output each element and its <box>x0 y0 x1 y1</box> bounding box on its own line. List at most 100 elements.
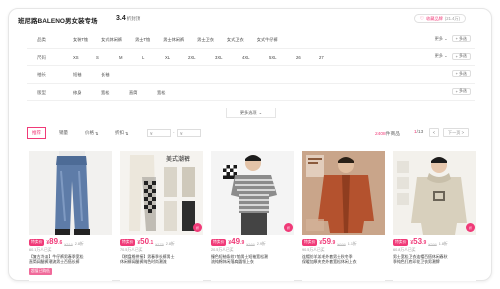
filter-label: 版型 <box>37 89 46 95</box>
sale-tag: 特卖价 <box>393 239 409 246</box>
original-price: ¥299 <box>428 243 437 247</box>
shop-rating: 3.4折封顶 <box>116 15 140 22</box>
filter-option[interactable]: M <box>119 55 142 60</box>
multi-select-button[interactable]: + 多选 <box>451 52 471 60</box>
filter-option[interactable]: 修身 <box>73 90 101 96</box>
product-image-striped-tee[interactable]: 折 <box>211 151 294 235</box>
sale-tag: 特卖价 <box>302 239 318 246</box>
discount-icon: 折 <box>466 223 475 232</box>
product-image-pants[interactable]: 美式潮裤 折 <box>120 151 203 235</box>
filter-option[interactable]: S <box>96 55 119 60</box>
sale-tag: 特卖价 <box>211 239 227 246</box>
product-image-jacket[interactable] <box>302 151 385 235</box>
filter-option[interactable]: 长袖 <box>101 72 109 78</box>
product-price: ¥49.9 <box>228 237 245 247</box>
original-price: ¥319 <box>64 243 73 247</box>
filter-panel: 品类 女装T恤 女式休闲裤 男士T恤 男士休闲裤 男士卫衣 女式卫衣 女式牛仔裤… <box>27 31 475 101</box>
filter-row-size: 尺码 XS S M L XL 2XL 3XL 4XL 5XL 26 27 更多 … <box>27 49 475 66</box>
sort-bar: 推荐 销量 价格 ⇅ 折扣 ⇅ ¥ - ¥ 2408件商品 1/13 < 下一页 > <box>27 125 475 141</box>
favorite-label: 收藏品牌 <box>426 15 443 21</box>
favorite-count: (21.4万) <box>444 15 460 21</box>
filter-option[interactable]: 男士卫衣 <box>197 37 214 43</box>
filter-option[interactable]: 女式休闲裤 <box>101 37 122 43</box>
filter-option[interactable]: 男士休闲裤 <box>163 37 184 43</box>
filter-option[interactable]: 短袖 <box>73 72 101 78</box>
product-title[interactable]: 撞色短袖条纹T恤男士短袖宽松潮 流纯棉休闲落肩圆领上衣 <box>211 254 292 264</box>
original-price: ¥169 <box>246 243 255 247</box>
next-page-button[interactable]: 下一页 > <box>443 128 469 137</box>
filter-option[interactable]: 宽松 <box>101 90 129 96</box>
product-image-jeans[interactable] <box>29 151 112 235</box>
sort-price[interactable]: 价格 ⇅ <box>81 127 102 139</box>
filter-option[interactable]: 26 <box>296 55 319 60</box>
product-card[interactable]: 特卖价 ¥59.9 ¥699 1.1折 90.5万人已买 连帽仿羊羔毛外套男士秋… <box>302 151 385 281</box>
price-min-input[interactable]: ¥ <box>147 129 171 137</box>
discount: 1.8折 <box>438 242 448 246</box>
filter-option[interactable]: L <box>142 55 165 60</box>
filter-option[interactable]: 男士T恤 <box>135 37 150 43</box>
multi-select-button[interactable]: + 多选 <box>451 35 471 42</box>
sort-sales[interactable]: 销量 <box>55 127 72 139</box>
filter-option[interactable]: XL <box>165 55 188 60</box>
more-toggle[interactable]: 更多 ⌄ <box>435 53 448 59</box>
filter-option[interactable]: 直筒 <box>129 90 157 96</box>
shop-title: 班尼路BALENO男女装专场 <box>18 18 98 25</box>
filter-row-fit: 版型 修身 宽松 直筒 宽松 + 多选 <box>27 84 475 101</box>
filter-option[interactable]: 2XL <box>188 55 215 60</box>
filter-label: 品类 <box>37 37 46 42</box>
filter-row-category: 品类 女装T恤 女式休闲裤 男士T恤 男士休闲裤 男士卫衣 女式卫衣 女式牛仔裤… <box>27 31 475 49</box>
plus-icon: + <box>455 88 458 94</box>
discount: 2.8折 <box>165 242 175 246</box>
multi-select-button[interactable]: + 多选 <box>451 70 471 77</box>
svg-text:美式潮裤: 美式潮裤 <box>166 155 190 163</box>
rating-score: 3.4 <box>116 15 126 22</box>
filter-option[interactable]: 3XL <box>215 55 242 60</box>
discount-icon: 折 <box>284 223 293 232</box>
filter-option[interactable]: 宽松 <box>157 90 165 96</box>
product-grid: 特卖价 ¥89.6 ¥319 2.8折 60.1万人已买 【复古冷淡】牛仔裤男春… <box>29 151 479 281</box>
product-title[interactable]: 【棋盘格拼接】男春季长裤男士 休闲裤阔腿裤纯色时尚潮流 <box>120 254 201 264</box>
shop-header: 班尼路BALENO男女装专场 3.4折封顶 ♡ 收藏品牌 (21.4万) <box>18 13 474 27</box>
more-options-toggle[interactable]: 更多选项 ⌄ <box>226 108 276 118</box>
product-card[interactable]: 特卖价 ¥89.6 ¥319 2.8折 60.1万人已买 【复古冷淡】牛仔裤男春… <box>29 151 112 281</box>
heart-icon: ♡ <box>419 15 425 22</box>
sort-recommend[interactable]: 推荐 <box>27 127 46 139</box>
filter-option[interactable]: 4XL <box>242 55 269 60</box>
more-toggle[interactable]: 更多 ⌄ <box>435 36 448 42</box>
filter-option[interactable]: 女式牛仔裤 <box>257 37 278 43</box>
chevron-down-icon: ⌄ <box>258 110 263 115</box>
plus-icon: + <box>455 71 458 76</box>
product-card[interactable]: 折 特卖价 ¥49.9 ¥169 2.9折 20.5万人已买 撞色短袖条纹T恤男… <box>211 151 294 281</box>
result-count: 2408件商品 <box>375 132 401 137</box>
plus-icon: + <box>455 36 458 41</box>
filter-option[interactable]: XS <box>73 55 96 60</box>
filter-option[interactable]: 女装T恤 <box>73 37 88 43</box>
original-price: ¥179 <box>155 243 164 247</box>
favorite-brand-button[interactable]: ♡ 收藏品牌 (21.4万) <box>413 14 466 23</box>
prev-page-button[interactable]: < <box>429 128 439 137</box>
filter-row-sleeve: 袖长 短袖 长袖 + 多选 <box>27 66 475 84</box>
filter-label: 尺码 <box>37 54 46 60</box>
sort-discount[interactable]: 折扣 ⇅ <box>111 127 132 139</box>
filter-option[interactable]: 5XL <box>269 55 296 60</box>
multi-select-button[interactable]: + 多选 <box>451 87 471 95</box>
sold-count: 20.5万人已买 <box>211 248 234 252</box>
product-card[interactable]: 美式潮裤 折 特卖价 ¥50.1 ¥179 2.8折 70.5万人已买 【棋盘格… <box>120 151 203 281</box>
filter-option[interactable]: 27 <box>319 55 324 60</box>
product-price: ¥53.9 <box>410 237 427 247</box>
promo-badge: 超值已购低 <box>29 268 52 275</box>
filter-label: 袖长 <box>37 72 46 77</box>
sort-arrows-icon: ⇅ <box>95 130 99 136</box>
product-title[interactable]: 连帽仿羊羔毛外套男士秋冬季 保暖加厚夹克外套宽松休闲上衣 <box>302 254 383 264</box>
filter-option[interactable]: 女式卫衣 <box>227 37 244 43</box>
price-max-input[interactable]: ¥ <box>177 129 201 137</box>
product-title[interactable]: 男士宽松卫衣连帽百搭休闲春秋 季纯色打底印花卫衣男潮牌 <box>393 254 474 264</box>
product-image-hoodie[interactable]: 折 <box>393 151 476 235</box>
original-price: ¥699 <box>337 243 346 247</box>
product-title[interactable]: 【复古冷淡】牛仔裤男春季宽松 直筒阔腿裤潮流男士百搭长裤 <box>29 254 110 264</box>
discount-icon: 折 <box>193 223 202 232</box>
sold-count: 90.5万人已买 <box>302 248 325 252</box>
sale-tag: 特卖价 <box>120 239 136 246</box>
sale-tag: 特卖价 <box>29 239 45 246</box>
product-card[interactable]: 折 特卖价 ¥53.9 ¥299 1.8折 60.8万人已买 男士宽松卫衣连帽百… <box>393 151 476 281</box>
